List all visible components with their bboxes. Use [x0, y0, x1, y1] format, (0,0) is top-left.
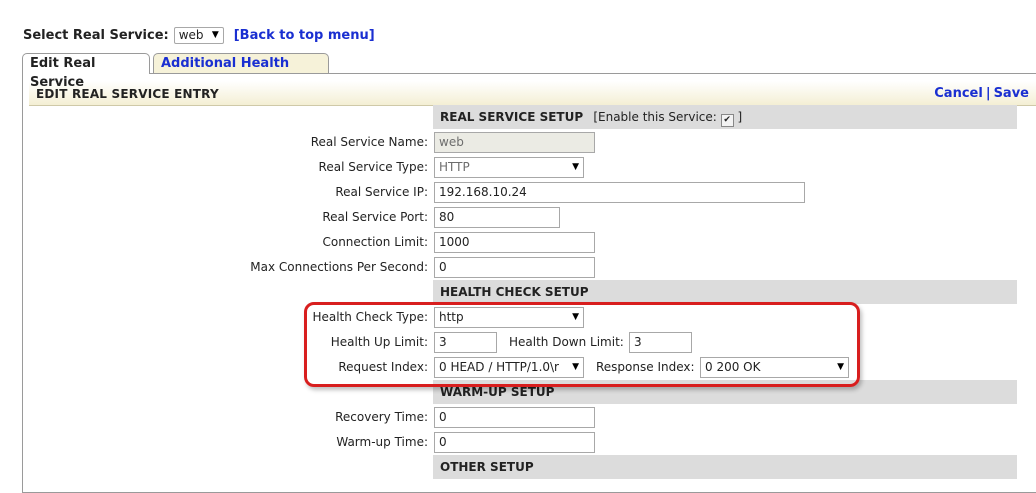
- top-bar: Select Real Service: web ▼ [Back to top …: [23, 25, 375, 45]
- enable-service-label: [Enable this Service:: [593, 110, 717, 124]
- warmup-time-label: Warm-up Time:: [336, 435, 428, 449]
- section-title: WARM-UP SETUP: [440, 385, 555, 399]
- highlight-annotation: [304, 302, 860, 387]
- real-service-port-field[interactable]: 80: [434, 207, 560, 228]
- chevron-down-icon: ▼: [572, 162, 579, 172]
- real-service-select-value: web: [178, 28, 204, 42]
- real-service-name-label: Real Service Name:: [310, 135, 428, 149]
- header-actions: Cancel | Save: [934, 86, 1029, 101]
- real-service-type-select[interactable]: HTTP ▼: [434, 157, 584, 178]
- action-separator: |: [985, 86, 991, 101]
- connection-limit-field[interactable]: 1000: [434, 232, 595, 253]
- section-other-setup: OTHER SETUP: [433, 455, 1017, 479]
- section-title: HEALTH CHECK SETUP: [440, 285, 589, 299]
- real-service-name-field[interactable]: web: [434, 132, 595, 153]
- section-title: OTHER SETUP: [440, 460, 534, 474]
- enable-service: [Enable this Service: ✔ ]: [593, 110, 743, 127]
- panel-header: EDIT REAL SERVICE ENTRY Cancel | Save: [29, 81, 1036, 106]
- recovery-time-field[interactable]: 0: [434, 407, 595, 428]
- max-connections-field[interactable]: 0: [434, 257, 595, 278]
- tab-additional-health-check[interactable]: Additional Health Check: [153, 53, 329, 90]
- back-to-top-menu-link[interactable]: [Back to top menu]: [234, 28, 375, 43]
- select-real-service-label: Select Real Service:: [23, 27, 169, 43]
- real-service-port-label: Real Service Port:: [322, 210, 428, 224]
- real-service-select[interactable]: web ▼: [173, 26, 224, 44]
- section-health-check-setup: HEALTH CHECK SETUP: [433, 280, 1017, 304]
- tab-edit-real-service[interactable]: Edit Real Service: [22, 53, 150, 90]
- real-service-type-value: HTTP: [439, 160, 470, 174]
- enable-service-checkbox[interactable]: ✔: [720, 114, 734, 127]
- section-real-service-setup: REAL SERVICE SETUP [Enable this Service:…: [433, 105, 1017, 129]
- recovery-time-label: Recovery Time:: [335, 410, 428, 424]
- warmup-time-field[interactable]: 0: [434, 432, 595, 453]
- cancel-link[interactable]: Cancel: [934, 86, 983, 101]
- connection-limit-label: Connection Limit:: [322, 235, 428, 249]
- enable-service-close: ]: [737, 110, 743, 124]
- real-service-ip-label: Real Service IP:: [335, 185, 428, 199]
- max-connections-label: Max Connections Per Second:: [250, 260, 428, 274]
- section-title: REAL SERVICE SETUP: [440, 110, 584, 124]
- real-service-ip-field[interactable]: 192.168.10.24: [434, 182, 805, 203]
- save-link[interactable]: Save: [994, 86, 1029, 101]
- real-service-type-label: Real Service Type:: [318, 160, 428, 174]
- chevron-down-icon: ▼: [211, 30, 219, 40]
